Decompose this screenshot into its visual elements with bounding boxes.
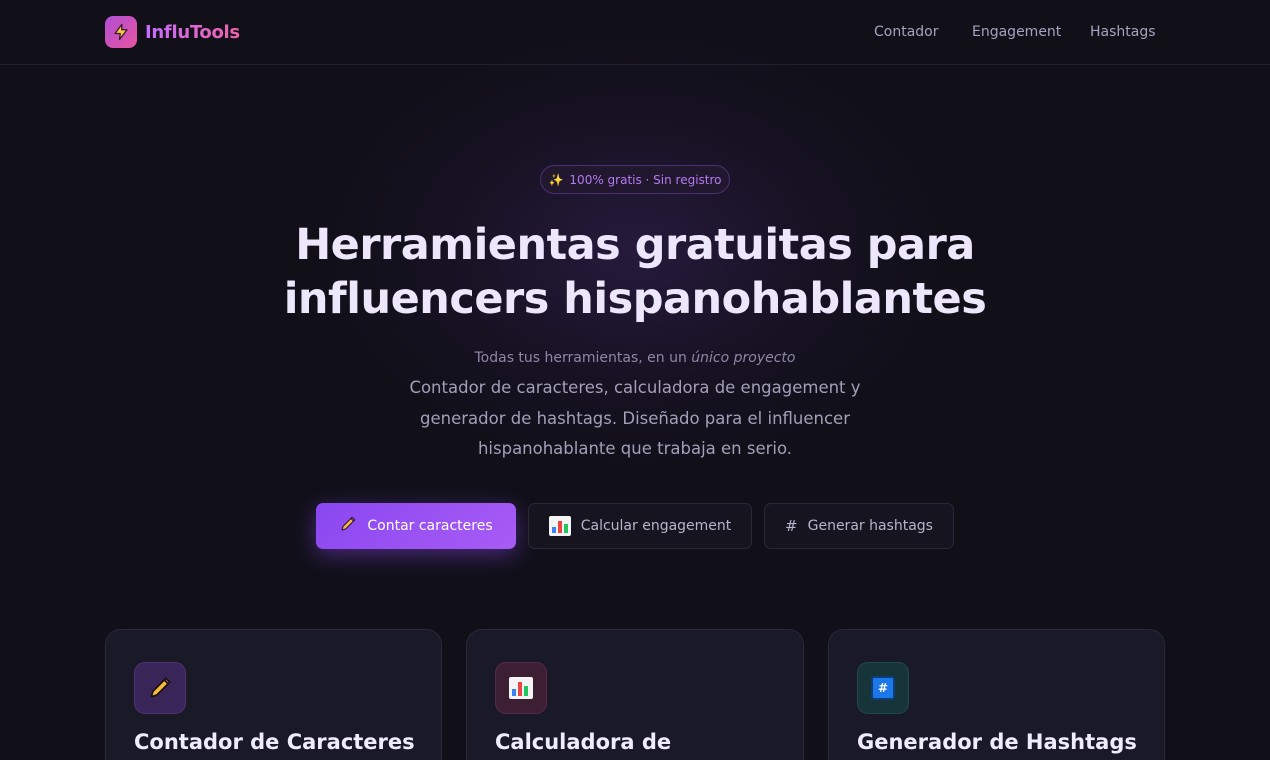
pencil-icon — [134, 662, 186, 714]
hero-kicker: Todas tus herramientas, en un único proy… — [335, 350, 935, 366]
card-title: Calculadora de — [495, 730, 672, 754]
pencil-icon — [339, 515, 357, 537]
hero-title-line1: Herramientas gratuitas para — [295, 220, 975, 270]
hashtag-symbol: # — [871, 676, 895, 700]
top-navbar: InfluTools Contador Engagement Hashtags — [0, 0, 1270, 65]
badge-label: 100% gratis · Sin registro — [569, 172, 722, 187]
card-title: Generador de Hashtags — [857, 730, 1137, 754]
bar-chart-icon — [548, 516, 571, 536]
nav-link-hashtags[interactable]: Hashtags — [1090, 24, 1156, 40]
lightning-icon — [105, 16, 137, 48]
hashtag-icon: # — [857, 662, 909, 714]
calculate-engagement-button[interactable]: Calcular engagement — [528, 503, 752, 549]
sparkles-icon: ✨ — [548, 172, 564, 187]
brand-name: InfluTools — [145, 21, 240, 43]
nav-link-contador[interactable]: Contador — [874, 24, 939, 40]
free-badge: ✨ 100% gratis · Sin registro — [540, 165, 730, 194]
generate-hashtags-button[interactable]: # Generar hashtags — [764, 503, 954, 549]
tool-card-character-counter[interactable]: Contador de Caracteres — [105, 629, 442, 760]
count-characters-label: Contar caracteres — [367, 518, 493, 534]
calculate-engagement-label: Calcular engagement — [580, 518, 732, 534]
hashtag-icon: # — [785, 517, 798, 535]
tool-card-hashtag-generator[interactable]: # Generador de Hashtags — [828, 629, 1165, 760]
nav-link-engagement[interactable]: Engagement — [972, 24, 1061, 40]
bar-chart-icon — [495, 662, 547, 714]
generate-hashtags-label: Generar hashtags — [807, 518, 933, 534]
hero-description: Contador de caracteres, calculadora de e… — [409, 378, 861, 458]
hero-title: Herramientas gratuitas para influencers … — [235, 218, 1035, 326]
tool-card-engagement-calculator[interactable]: Calculadora de — [466, 629, 804, 760]
kicker-emphasis: único proyecto — [691, 350, 796, 366]
card-title: Contador de Caracteres — [134, 730, 415, 754]
hero-title-line2: influencers hispanohablantes — [283, 274, 987, 324]
kicker-text: Todas tus herramientas, en un — [474, 350, 692, 366]
brand-logo-link[interactable]: InfluTools — [105, 16, 240, 48]
count-characters-button[interactable]: Contar caracteres — [316, 503, 516, 549]
